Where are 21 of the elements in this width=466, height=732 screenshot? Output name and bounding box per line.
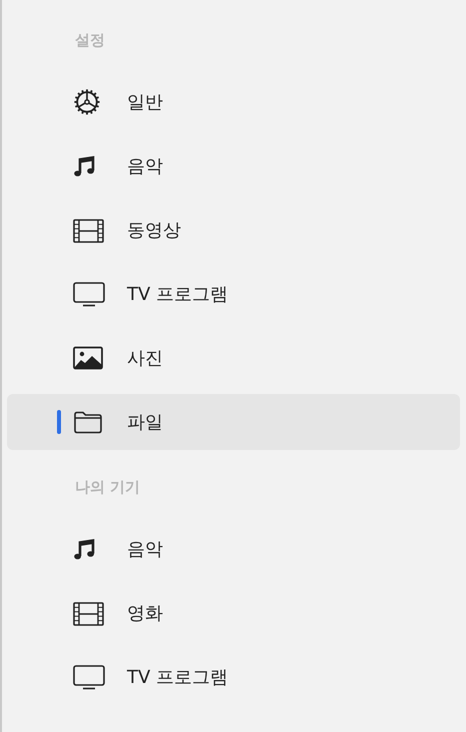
section-header: 설정 (74, 30, 106, 51)
photo-icon (73, 346, 103, 370)
sidebar-item[interactable]: 일반 (7, 74, 460, 130)
sidebar-item[interactable]: 파일 (7, 394, 460, 450)
selection-indicator (57, 410, 61, 434)
sidebar-item[interactable]: 동영상 (7, 202, 460, 258)
film-strip-icon (73, 600, 104, 626)
monitor-icon (73, 281, 105, 307)
sidebar-item[interactable]: 음악 (7, 521, 460, 577)
sidebar-item[interactable]: TV 프로그램 (7, 266, 460, 322)
gear-icon (73, 88, 101, 116)
sidebar-item[interactable]: 음악 (7, 138, 460, 194)
folder-icon (73, 410, 103, 434)
sidebar-item[interactable]: 영화 (7, 585, 460, 641)
sidebar-item[interactable]: TV 프로그램 (7, 649, 460, 705)
section-header: 나의 기기 (74, 477, 142, 498)
film-strip-icon (73, 217, 104, 243)
monitor-icon (73, 664, 105, 690)
music-note-icon (73, 537, 97, 561)
music-note-icon (73, 154, 97, 178)
sidebar-item[interactable]: 사진 (7, 330, 460, 386)
